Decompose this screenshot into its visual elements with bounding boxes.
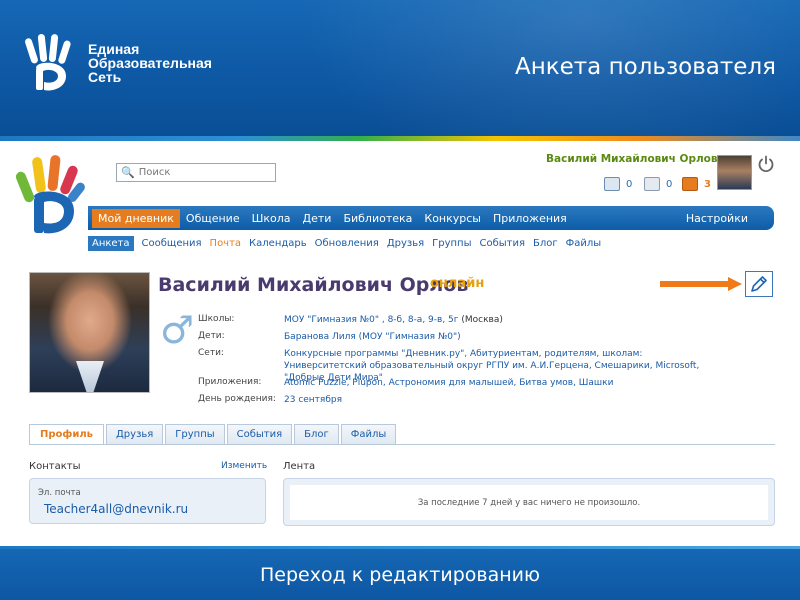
brand-name: Единая Образовательная Сеть [88,42,212,84]
info-row-birthday: День рождения: 23 сентября [198,394,704,406]
brand: Единая Образовательная Сеть [22,32,212,94]
subnav-messages[interactable]: Сообщения [142,238,202,249]
child-link[interactable]: Баранова Лиля [284,332,356,342]
sub-nav: Анкета Сообщения Почта Календарь Обновле… [88,236,609,251]
tab-groups[interactable]: Группы [165,424,225,444]
slide-footer: Переход к редактированию [0,546,800,600]
logout-power-icon[interactable] [757,155,775,173]
mail-count: 0 [626,178,633,190]
site-screenshot: 🔍 Василий Михайлович Орлов 0 0 3 Мой дне… [0,141,800,546]
male-gender-icon: ♂ [160,308,195,352]
edit-profile-button[interactable] [745,271,773,297]
app-invite-icon [682,177,698,191]
tab-friends[interactable]: Друзья [105,424,164,444]
child-school-link[interactable]: (МОУ "Гимназия №0") [359,332,461,342]
info-row-children: Дети: Баранова Лиля (МОУ "Гимназия №0") [198,331,704,343]
tab-files[interactable]: Файлы [340,424,397,444]
pointer-arrow-icon [660,277,742,291]
subnav-events[interactable]: События [479,238,525,249]
nav-communication[interactable]: Общение [180,209,246,228]
feed-heading: Лента [283,461,316,472]
city-text: (Москва) [461,315,503,325]
feed-box: За последние 7 дней у вас ничего не прои… [283,478,775,526]
slide-header: Единая Образовательная Сеть Анкета польз… [0,0,800,136]
friend-request-icon [644,177,660,191]
friend-request-count: 0 [666,178,673,190]
subnav-mail[interactable]: Почта [210,238,242,249]
nav-my-diary[interactable]: Мой дневник [92,208,180,228]
online-status-badge: онлайн [430,276,485,291]
subnav-profile[interactable]: Анкета [88,236,134,251]
search-box[interactable]: 🔍 [116,163,276,182]
brand-line: Сеть [88,69,122,85]
main-nav: Мой дневник Общение Школа Дети Библиотек… [88,206,774,230]
email-value[interactable]: Teacher4all@dnevnik.ru [44,502,188,516]
subnav-calendar[interactable]: Календарь [249,238,307,249]
tabs-divider [29,444,775,445]
contacts-box: Эл. почта Teacher4all@dnevnik.ru [29,478,266,524]
footer-caption: Переход к редактированию [260,564,540,586]
info-row-schools: Школы: МОУ "Гимназия №0" , 8-б, 8-а, 9-в… [198,314,704,326]
mail-icon [604,177,620,191]
contacts-heading: Контакты [29,461,81,472]
schools-link[interactable]: МОУ "Гимназия №0" , 8-б, 8-а, 9-в, 5г [284,315,459,325]
header-user-name[interactable]: Василий Михайлович Орлов [546,153,718,165]
nav-school[interactable]: Школа [246,209,297,228]
notification-mail[interactable]: 0 [604,177,632,191]
notification-apps[interactable]: 3 [682,177,711,191]
brand-line: Образовательная [88,55,212,71]
info-row-apps: Приложения: Atomic Puzzle, Plupon, Астро… [198,377,704,389]
edit-contacts-link[interactable]: Изменить [221,461,267,471]
footer-stripe [0,546,800,549]
tab-blog[interactable]: Блог [294,424,339,444]
hand-logo-icon [25,34,71,91]
info-label: День рождения: [198,394,276,404]
subnav-files[interactable]: Файлы [566,238,602,249]
subnav-blog[interactable]: Блог [533,238,558,249]
profile-photo [29,272,150,393]
profile-tabs: Профиль Друзья Группы События Блог Файлы [29,424,398,444]
tab-profile[interactable]: Профиль [29,424,104,444]
nav-settings[interactable]: Настройки [680,209,754,228]
subnav-groups[interactable]: Группы [432,238,471,249]
apps-links[interactable]: Atomic Puzzle, Plupon, Астрономия для ма… [284,377,704,389]
email-label: Эл. почта [38,488,81,498]
site-hand-logo-icon[interactable] [16,151,92,237]
feed-empty-message: За последние 7 дней у вас ничего не прои… [290,485,768,520]
app-invite-count: 3 [704,178,711,190]
birthday-value: 23 сентября [284,395,343,405]
pencil-icon [751,276,767,292]
brand-line: Единая [88,41,140,57]
subnav-friends[interactable]: Друзья [387,238,424,249]
subnav-updates[interactable]: Обновления [315,238,379,249]
info-label: Дети: [198,331,225,341]
search-icon: 🔍 [121,166,135,179]
info-label: Приложения: [198,377,262,387]
search-input[interactable] [138,167,269,178]
tab-events[interactable]: События [226,424,293,444]
notification-friends[interactable]: 0 [644,177,672,191]
nav-contests[interactable]: Конкурсы [418,209,487,228]
profile-full-name: Василий Михайлович Орлов [158,274,469,296]
slide-title: Анкета пользователя [514,54,776,80]
header-avatar[interactable] [717,155,752,190]
info-label: Школы: [198,314,235,324]
nav-children[interactable]: Дети [297,209,338,228]
nav-library[interactable]: Библиотека [337,209,418,228]
nav-applications[interactable]: Приложения [487,209,573,228]
